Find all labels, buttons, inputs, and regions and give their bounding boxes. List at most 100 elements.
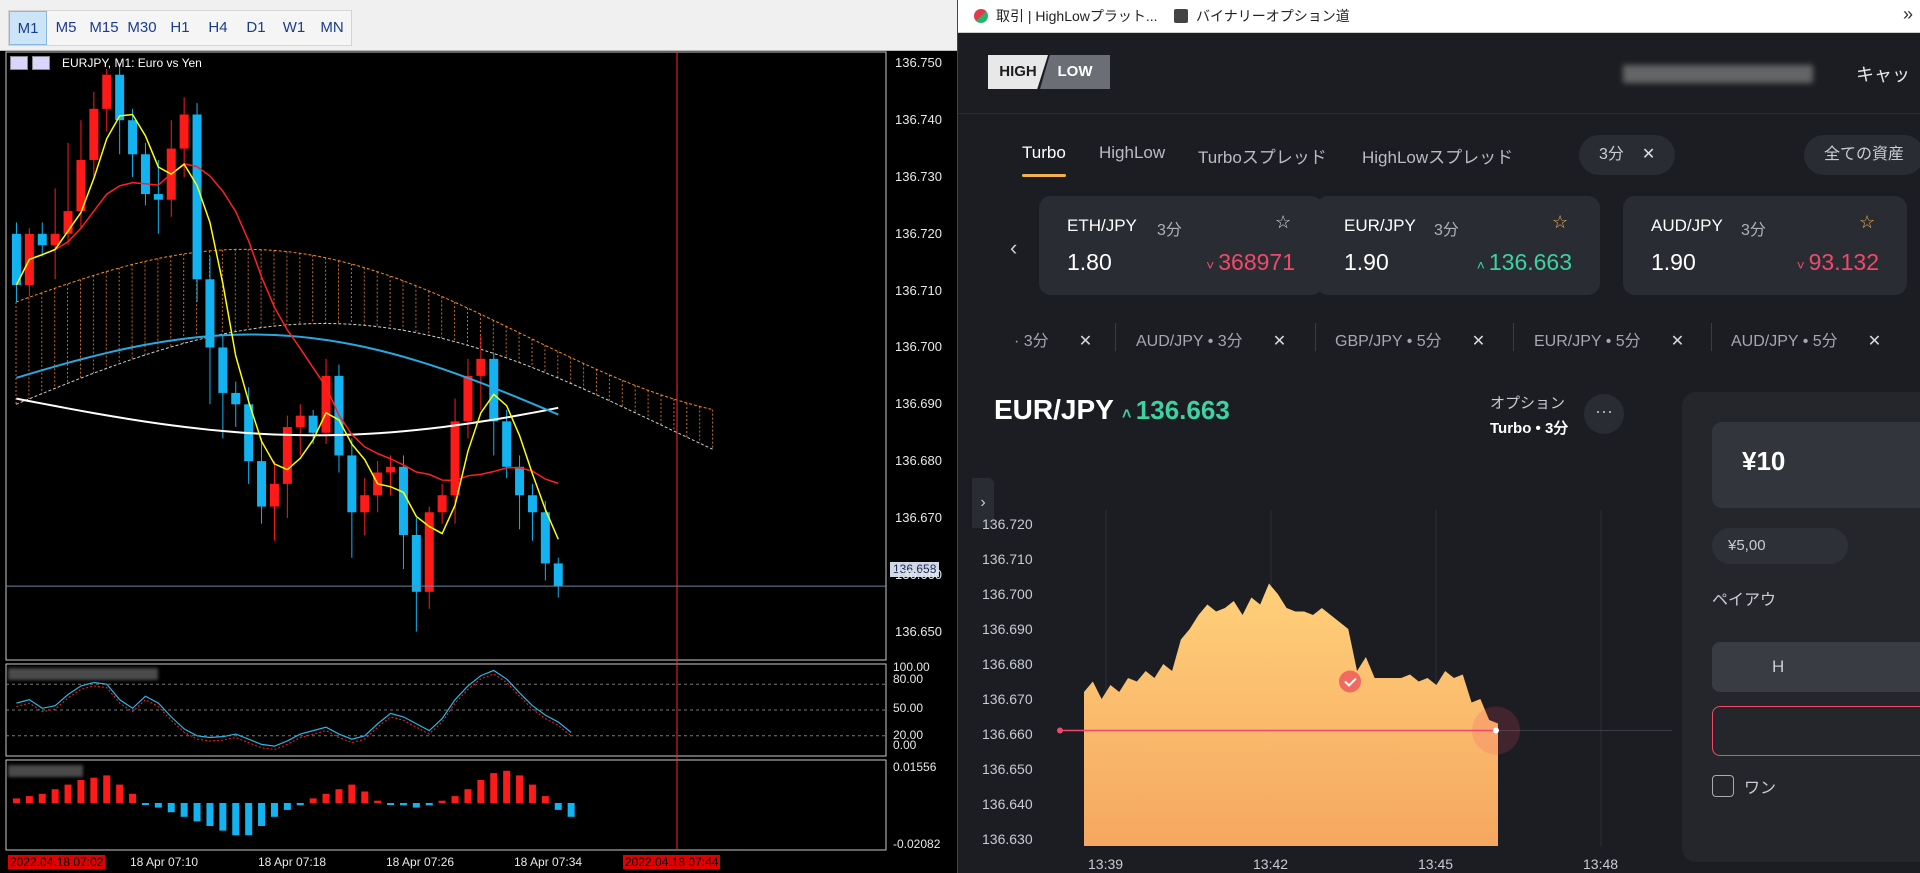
oscillator-bar [387,803,395,805]
oscillator-bar [361,791,369,803]
oscillator-bar [335,789,343,803]
card-payout: 1.80 [1067,249,1112,275]
candle-body [115,74,125,121]
more-options-icon[interactable]: ··· [1584,394,1624,434]
mt4-chart-canvas[interactable] [0,0,957,873]
stochastic-label [8,668,158,680]
one-click-label: ワン [1744,780,1777,797]
oscillator-bar [38,793,46,803]
close-icon[interactable]: ✕ [1868,333,1881,350]
tab-turbo-spread[interactable]: Turboスプレッド [1198,143,1327,168]
oscillator-label [8,765,83,777]
asset-card-eth-jpy[interactable]: ETH/JPY 3分 ☆ 1.80 ˅ 368971 [1039,196,1323,295]
up-arrow-icon: ˄ [1122,406,1136,423]
chevron-left-icon[interactable]: ‹ [1010,235,1017,261]
candle-body [398,466,408,535]
close-icon[interactable]: ✕ [1273,333,1286,350]
book-icon [1174,9,1188,23]
stochastic-tick-label: 0.00 [893,738,917,752]
bookmark-highlow[interactable]: 取引 | HighLowプラット... [974,6,1158,26]
time-tick-label: 2022.04.18 07:44 [623,855,721,869]
recent-asset-chip[interactable]: AUD/JPY • 5分 ✕ [1731,327,1881,351]
close-icon[interactable]: ✕ [1472,333,1485,350]
oscillator-bar [322,793,330,803]
price-pane-frame [5,51,887,661]
price-axis-label: 136.720 [982,516,1033,532]
recent-asset-chip[interactable]: AUD/JPY • 3分 ✕ [1136,327,1286,351]
asset-filter-value: 全ての資産 [1824,146,1905,163]
oscillator-bar [425,803,433,806]
asset-card-aud-jpy[interactable]: AUD/JPY 3分 ☆ 1.90 ˅ 93.132 [1623,196,1907,295]
close-icon[interactable]: ✕ [1642,146,1655,163]
chart-icon [32,56,50,70]
bookmark-label: バイナリーオプション道 [1196,8,1350,24]
recent-asset-chip[interactable]: · 3分 ✕ [1014,327,1092,351]
low-button[interactable] [1712,706,1920,756]
price-chart-canvas [1057,510,1672,846]
card-price: ˅ 93.132 [1797,249,1879,276]
tab-highlow-spread[interactable]: HighLowスプレッド [1362,143,1513,168]
amount-preset-button[interactable]: ¥5,00 [1712,528,1848,564]
price-axis-label: 136.670 [982,691,1033,707]
price-tick-label: 136.730 [895,169,942,184]
recent-asset-label: AUD/JPY • 5分 [1731,333,1838,350]
card-duration: 3分 [1434,222,1459,239]
grid-icon [10,56,28,70]
oscillator-bar [516,775,524,803]
bookmark-binary-road[interactable]: バイナリーオプション道 [1174,6,1350,26]
tab-highlow[interactable]: HighLow [1099,143,1165,163]
price-axis-label: 136.640 [982,796,1033,812]
oscillator-bar [12,798,20,803]
current-price-dot [1493,727,1499,734]
bookmarks-overflow-icon[interactable]: » [1903,4,1913,25]
close-icon[interactable]: ✕ [1079,333,1092,350]
oscillator-bar [141,803,149,805]
card-price: ˄ 136.663 [1477,249,1572,276]
down-arrow-icon: ˅ [1796,257,1809,273]
candle-body [411,534,421,592]
time-tick-label: 18 Apr 07:18 [258,855,327,869]
oscillator-bar [283,803,291,810]
asset-filter[interactable]: 全ての資産 [1804,135,1920,175]
star-icon[interactable]: ☆ [1552,212,1568,233]
card-symbol: ETH/JPY [1067,216,1137,235]
recent-asset-chip[interactable]: GBP/JPY • 5分 ✕ [1335,327,1485,351]
oscillator-bar [567,803,575,817]
recent-asset-chip[interactable]: EUR/JPY • 5分 ✕ [1534,327,1684,351]
one-click-toggle[interactable]: ワン [1712,774,1776,798]
asset-card-eur-jpy[interactable]: EUR/JPY 3分 ☆ 1.90 ˄ 136.663 [1316,196,1600,295]
candle-body [540,512,550,564]
time-tick-label: 18 Apr 07:10 [130,855,199,869]
recent-asset-label: AUD/JPY • 3分 [1136,333,1243,350]
candle-body [102,74,112,109]
oscillator-bar [180,803,188,817]
tab-turbo[interactable]: Turbo [1022,143,1066,177]
divider [1711,323,1712,351]
price-tick-label: 136.700 [895,339,942,355]
star-icon[interactable]: ☆ [1275,212,1291,233]
oscillator-bar [258,803,266,826]
candle-body [128,120,138,155]
checkbox-icon[interactable] [1712,775,1734,797]
candle-body [553,563,563,587]
price-tick-label: 136.670 [895,509,942,525]
close-icon[interactable]: ✕ [1671,333,1684,350]
oscillator-bar [348,784,356,803]
cashback-label[interactable]: キャッ [1856,61,1910,87]
highlow-logo[interactable]: HIGH LOW [988,55,1110,89]
oscillator-bar [154,803,162,808]
oscillator-bar [464,789,472,803]
oscillator-bar [412,803,420,808]
oscillator-bar [270,803,278,817]
logo-high: HIGH [988,55,1048,89]
price-axis-label: 136.660 [982,726,1033,742]
highlow-favicon [974,9,988,23]
candle-body [450,421,460,496]
high-button[interactable]: H [1712,642,1920,692]
recent-asset-label: EUR/JPY • 5分 [1534,333,1641,350]
duration-filter[interactable]: 3分 ✕ [1579,135,1676,175]
mt4-window: M1 M5 M15 M30 H1 H4 D1 W1 MN EURJPY, M1: Euro vs… [0,0,957,873]
investment-amount-field[interactable]: ¥10 [1712,422,1920,508]
star-icon[interactable]: ☆ [1859,212,1875,233]
price-axis-label: 136.710 [982,551,1033,567]
